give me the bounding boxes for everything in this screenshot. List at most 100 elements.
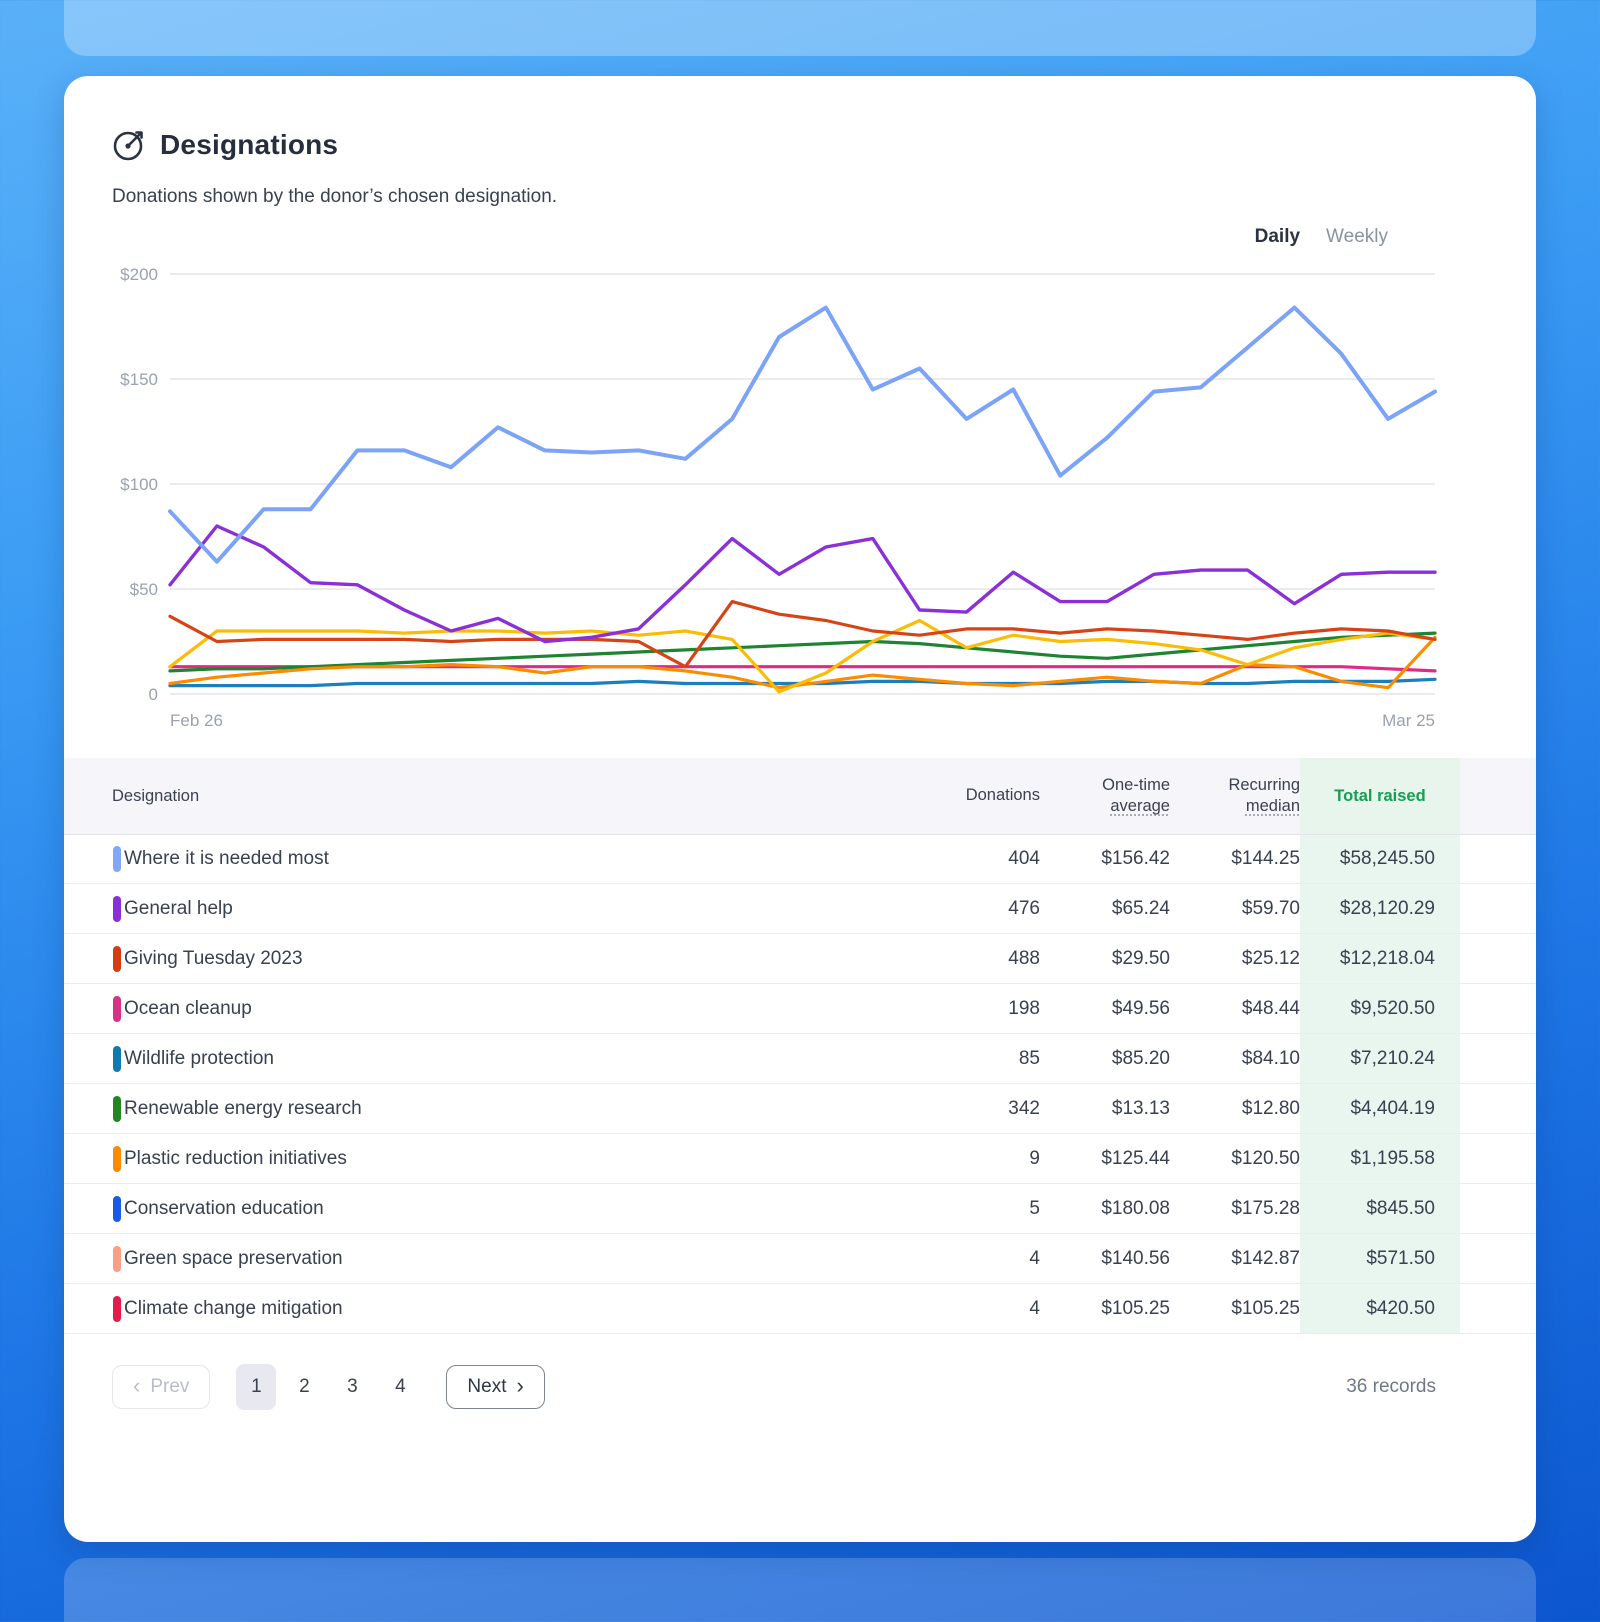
chevron-left-icon: ‹ [133,1375,140,1397]
target-dart-icon [112,128,146,162]
next-button[interactable]: Next › [446,1365,544,1409]
table-row: Where it is needed most 404 $156.42 $144… [64,834,1536,884]
designation-color-chip [113,1196,121,1222]
table-body: Where it is needed most 404 $156.42 $144… [64,834,1536,1334]
donations-value: 4 [890,1298,1040,1320]
prev-button[interactable]: ‹ Prev [112,1365,210,1409]
interval-toggle: Daily Weekly [112,226,1388,248]
designation-name: Green space preservation [124,1248,890,1270]
y-axis-tick-label: $150 [120,370,158,389]
designations-card: Designations Donations shown by the dono… [64,76,1536,1542]
recurring-median-value: $144.25 [1170,848,1300,870]
total-raised-value: $7,210.24 [1300,1034,1460,1083]
donations-value: 9 [890,1148,1040,1170]
recurring-median-value: $12.80 [1170,1098,1300,1120]
designation-color-chip [113,1046,121,1072]
table-row: Green space preservation 4 $140.56 $142.… [64,1234,1536,1284]
donations-line-chart[interactable]: $200 $150 $100 $50 0 Feb 26 Mar 25 [112,254,1488,736]
total-raised-value: $9,520.50 [1300,984,1460,1033]
designation-color-chip [113,946,121,972]
recurring-median-value: $105.25 [1170,1298,1300,1320]
total-raised-value: $420.50 [1300,1284,1460,1333]
designation-name: Renewable energy research [124,1098,890,1120]
one-time-average-value: $65.24 [1040,898,1170,920]
total-raised-value: $58,245.50 [1300,835,1460,883]
pagination-bar: ‹ Prev 1234 Next › 36 records [112,1364,1436,1410]
toggle-weekly[interactable]: Weekly [1326,226,1388,248]
designation-name: Where it is needed most [124,848,890,870]
table-row: Climate change mitigation 4 $105.25 $105… [64,1284,1536,1334]
donations-value: 85 [890,1048,1040,1070]
total-raised-value: $571.50 [1300,1234,1460,1283]
designation-color-chip [113,1146,121,1172]
x-axis-tick-label: Mar 25 [1382,711,1435,730]
page-title: Designations [160,129,338,161]
records-count: 36 records [1346,1376,1436,1398]
table-row: General help 476 $65.24 $59.70 $28,120.2… [64,884,1536,934]
y-axis-tick-label: $200 [120,265,158,284]
one-time-average-value: $85.20 [1040,1048,1170,1070]
next-card-peek [64,1558,1536,1622]
recurring-median-value: $175.28 [1170,1198,1300,1220]
designation-color-chip [113,1246,121,1272]
header-total-raised: Total raised [1300,758,1460,834]
series-line-giving-tuesday-2023 [170,602,1435,667]
chevron-right-icon: › [516,1375,523,1397]
page-subtitle: Donations shown by the donor’s chosen de… [112,186,1488,208]
table-row: Wildlife protection 85 $85.20 $84.10 $7,… [64,1034,1536,1084]
y-axis-tick-label: $100 [120,475,158,494]
total-raised-value: $28,120.29 [1300,884,1460,933]
one-time-average-value: $105.25 [1040,1298,1170,1320]
one-time-average-value: $125.44 [1040,1148,1170,1170]
recurring-median-value: $84.10 [1170,1048,1300,1070]
table-row: Conservation education 5 $180.08 $175.28… [64,1184,1536,1234]
header-recurring-median[interactable]: Recurring median [1170,775,1300,818]
page-number-list: 1234 [236,1364,420,1410]
designation-color-chip [113,1296,121,1322]
recurring-median-value: $59.70 [1170,898,1300,920]
designation-name: Plastic reduction initiatives [124,1148,890,1170]
table-row: Plastic reduction initiatives 9 $125.44 … [64,1134,1536,1184]
total-raised-value: $12,218.04 [1300,934,1460,983]
one-time-average-value: $140.56 [1040,1248,1170,1270]
total-raised-value: $1,195.58 [1300,1134,1460,1183]
donations-value: 488 [890,948,1040,970]
donations-value: 404 [890,848,1040,870]
designation-name: Wildlife protection [124,1048,890,1070]
page-button-2[interactable]: 2 [284,1364,324,1410]
y-axis-tick-label: 0 [149,685,158,704]
series-line--amber-series- [170,621,1435,692]
toggle-daily[interactable]: Daily [1255,226,1300,248]
designation-color-chip [113,896,121,922]
recurring-median-value: $142.87 [1170,1248,1300,1270]
previous-card-peek [64,0,1536,56]
designations-table: Designation Donations One-time average R… [64,758,1536,1334]
table-row: Giving Tuesday 2023 488 $29.50 $25.12 $1… [64,934,1536,984]
page-button-1[interactable]: 1 [236,1364,276,1410]
table-header-row: Designation Donations One-time average R… [64,758,1536,834]
one-time-average-value: $156.42 [1040,848,1170,870]
one-time-average-value: $49.56 [1040,998,1170,1020]
one-time-average-value: $13.13 [1040,1098,1170,1120]
donations-value: 476 [890,898,1040,920]
designation-name: Conservation education [124,1198,890,1220]
page-button-3[interactable]: 3 [332,1364,372,1410]
series-line-general-help [170,526,1435,642]
donations-value: 198 [890,998,1040,1020]
page-button-4[interactable]: 4 [380,1364,420,1410]
table-row: Ocean cleanup 198 $49.56 $48.44 $9,520.5… [64,984,1536,1034]
y-axis-tick-label: $50 [130,580,158,599]
recurring-median-value: $48.44 [1170,998,1300,1020]
header-one-time-average[interactable]: One-time average [1040,775,1170,818]
designation-color-chip [113,846,121,872]
x-axis-tick-label: Feb 26 [170,711,223,730]
total-raised-value: $4,404.19 [1300,1084,1460,1133]
recurring-median-value: $120.50 [1170,1148,1300,1170]
donations-value: 4 [890,1248,1040,1270]
one-time-average-value: $29.50 [1040,948,1170,970]
donations-value: 5 [890,1198,1040,1220]
designation-name: Giving Tuesday 2023 [124,948,890,970]
designation-name: Ocean cleanup [124,998,890,1020]
header-donations: Donations [890,785,1040,806]
header-designation: Designation [112,787,890,806]
